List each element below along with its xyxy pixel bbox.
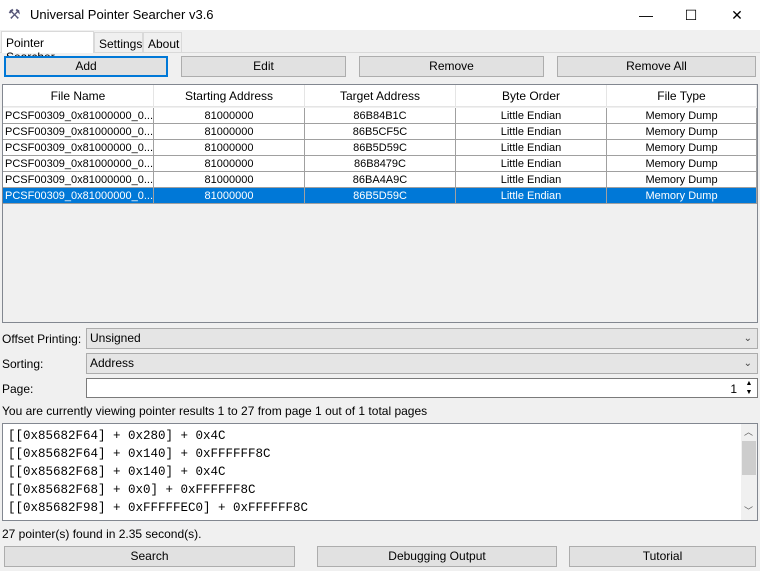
table-cell: Little Endian [456,188,607,204]
table-cell: PCSF00309_0x81000000_0... [3,172,154,188]
chevron-down-icon: ⌄ [743,358,752,369]
page-value: 1 [730,382,737,396]
table-cell: 86B8479C [305,156,456,172]
offset-printing-value: Unsigned [90,331,141,345]
pointer-result-line: [[0x85682F68] + 0x0] + 0xFFFFFF8C [8,483,256,497]
vertical-scrollbar[interactable]: ︿ ﹀ [741,424,757,520]
tutorial-button[interactable]: Tutorial [569,546,756,567]
table-cell: Memory Dump [607,156,757,172]
table-cell: Little Endian [456,140,607,156]
column-header-file-type[interactable]: File Type [607,85,757,107]
search-button[interactable]: Search [4,546,295,567]
table-row[interactable]: PCSF00309_0x81000000_0... 81000000 86B5D59… [3,188,757,204]
maximize-button[interactable]: ☐ [668,0,714,30]
table-cell: Little Endian [456,124,607,140]
table-cell: 81000000 [154,188,305,204]
table-cell: 81000000 [154,172,305,188]
close-button[interactable]: ✕ [714,0,760,30]
table-cell: PCSF00309_0x81000000_0... [3,108,154,124]
minimize-button[interactable]: — [623,0,669,30]
sorting-label: Sorting: [2,357,44,371]
table-cell: 86B5CF5C [305,124,456,140]
table-cell: Memory Dump [607,124,757,140]
chevron-down-icon: ⌄ [743,333,752,344]
remove-button[interactable]: Remove [359,56,544,77]
sorting-value: Address [90,356,135,370]
table-cell: Memory Dump [607,108,757,124]
pointer-result-line: [[0x85682F68] + 0x140] + 0x4C [8,465,226,479]
pointer-result-line: [[0x85682F64] + 0x140] + 0xFFFFFF8C [8,447,271,461]
offset-printing-select[interactable]: Unsigned ⌄ [86,328,758,349]
table-row[interactable]: PCSF00309_0x81000000_0... 81000000 86B5CF5… [3,124,757,140]
table-cell: 81000000 [154,140,305,156]
tab-about[interactable]: About [143,32,182,52]
remove-all-button[interactable]: Remove All [557,56,756,77]
table-cell: 86BA4A9C [305,172,456,188]
sorting-select[interactable]: Address ⌄ [86,353,758,374]
tab-pointer-searcher[interactable]: Pointer Searcher [1,31,94,64]
pointer-results-output[interactable]: [[0x85682F64] + 0x280] + 0x4C [[0x85682F6… [2,423,758,521]
table-cell: PCSF00309_0x81000000_0... [3,124,154,140]
table-cell: Memory Dump [607,140,757,156]
table-cell: 81000000 [154,124,305,140]
table-cell: Memory Dump [607,172,757,188]
table-row[interactable]: PCSF00309_0x81000000_0... 81000000 86B5D59… [3,140,757,156]
table-row[interactable]: PCSF00309_0x81000000_0... 81000000 86B84B1… [3,108,757,124]
page-status-text: You are currently viewing pointer result… [2,404,428,418]
tab-settings[interactable]: Settings [94,32,143,52]
table-cell: 81000000 [154,108,305,124]
table-cell: 86B84B1C [305,108,456,124]
table-cell: Little Endian [456,172,607,188]
scroll-down-icon[interactable]: ﹀ [744,504,753,517]
column-header-byte-order[interactable]: Byte Order [456,85,607,107]
offset-printing-label: Offset Printing: [2,332,82,346]
scroll-thumb[interactable] [742,441,756,475]
scroll-up-icon[interactable]: ︿ [744,425,753,438]
table-cell: 86B5D59C [305,188,456,204]
title-bar: ⚒ Universal Pointer Searcher v3.6 — ☐ ✕ [0,0,760,30]
table-cell: PCSF00309_0x81000000_0... [3,188,154,204]
edit-button[interactable]: Edit [181,56,346,77]
pointer-result-line: [[0x85682F98] + 0xFFFFFEC0] + 0xFFFFFF8C [8,501,309,515]
add-button[interactable]: Add [4,56,168,77]
table-cell: Little Endian [456,156,607,172]
table-cell: 81000000 [154,156,305,172]
window-title: Universal Pointer Searcher v3.6 [30,7,214,22]
spinner-arrows-icon[interactable]: ▲ ▼ [743,379,755,397]
table-cell: PCSF00309_0x81000000_0... [3,156,154,172]
table-cell: Memory Dump [607,188,757,204]
page-label: Page: [2,382,34,396]
app-icon: ⚒ [8,6,21,22]
table-row[interactable]: PCSF00309_0x81000000_0... 81000000 86BA4A9… [3,172,757,188]
result-status-text: 27 pointer(s) found in 2.35 second(s). [2,527,202,541]
pointer-result-line: [[0x85682F64] + 0x280] + 0x4C [8,429,226,443]
column-header-file-name[interactable]: File Name [3,85,154,107]
column-header-target-address[interactable]: Target Address [305,85,456,107]
column-header-starting-address[interactable]: Starting Address [154,85,305,107]
tab-divider [0,52,760,53]
table-row[interactable]: PCSF00309_0x81000000_0... 81000000 86B8479… [3,156,757,172]
files-table[interactable]: File Name Starting Address Target Addres… [2,84,758,323]
table-cell: 86B5D59C [305,140,456,156]
page-spinner[interactable]: 1 ▲ ▼ [86,378,758,398]
debugging-output-button[interactable]: Debugging Output [317,546,557,567]
table-cell: PCSF00309_0x81000000_0... [3,140,154,156]
table-cell: Little Endian [456,108,607,124]
